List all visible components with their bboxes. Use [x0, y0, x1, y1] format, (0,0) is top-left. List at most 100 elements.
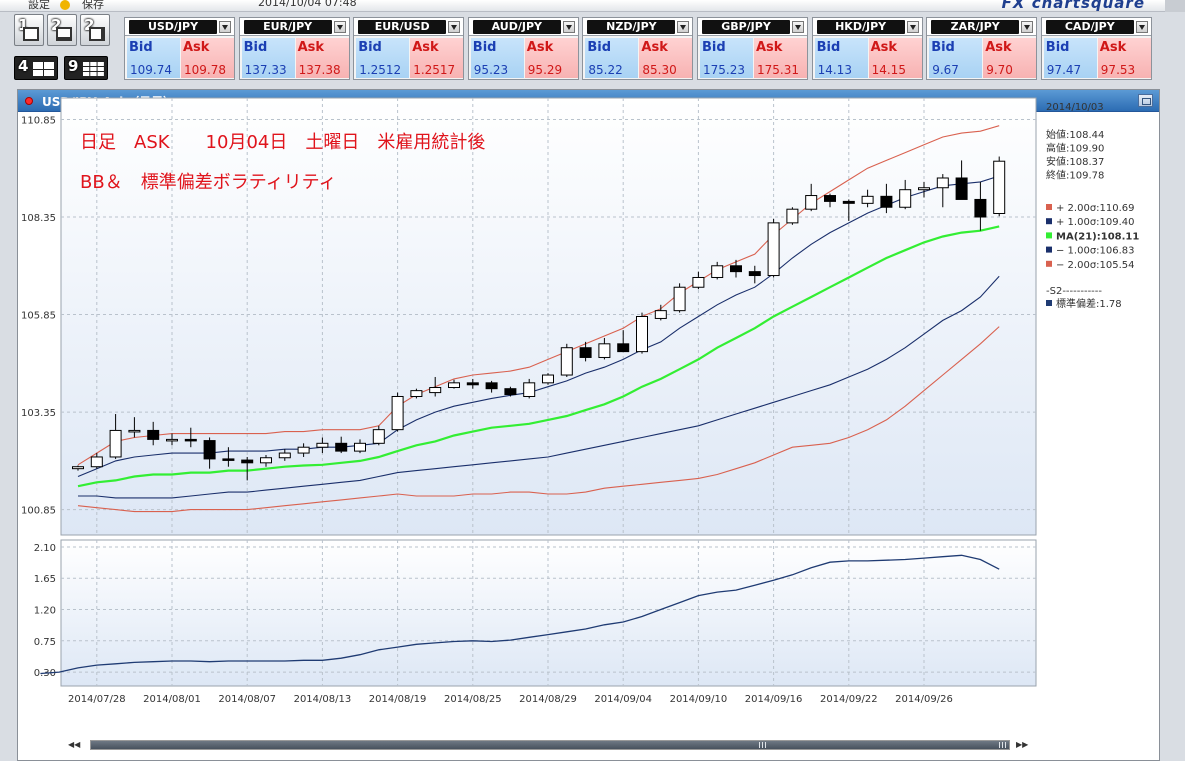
ask-button[interactable]: Ask 1.2517	[410, 38, 464, 78]
candle[interactable]	[466, 382, 479, 386]
rate-box-zarjpy[interactable]: ZAR/JPY Bid 9.67 Ask 9.70	[926, 17, 1038, 80]
save-menu[interactable]: 保存	[82, 0, 104, 12]
layout-2b-button[interactable]: 2	[80, 14, 110, 46]
layout-9-button[interactable]: 9	[64, 56, 108, 80]
pair-select[interactable]: NZD/JPY	[587, 20, 676, 34]
chevron-down-icon[interactable]	[1135, 21, 1148, 33]
bid-button[interactable]: Bid 9.67	[929, 38, 983, 78]
rate-box-eurjpy[interactable]: EUR/JPY Bid 137.33 Ask 137.38	[238, 17, 350, 80]
pair-select[interactable]: EUR/USD	[358, 20, 447, 34]
ask-button[interactable]: Ask 137.38	[295, 38, 349, 78]
chart-svg[interactable]: 110.85 108.35 105.85 103.35 100.85 2.10 1.65 1.…	[18, 90, 1159, 760]
pair-select[interactable]: ZAR/JPY	[931, 20, 1020, 34]
layout-2-button[interactable]: 2	[47, 14, 77, 46]
pair-select[interactable]: USD/JPY	[129, 20, 217, 34]
ask-button[interactable]: Ask 109.78	[181, 38, 234, 78]
candle[interactable]	[504, 388, 517, 396]
bid-button[interactable]: Bid 14.13	[814, 38, 868, 78]
ask-button[interactable]: Ask 175.31	[754, 38, 807, 78]
bid-button[interactable]: Bid 137.33	[241, 38, 295, 78]
ask-button[interactable]: Ask 85.30	[639, 38, 693, 78]
bid-button[interactable]: Bid 109.74	[127, 38, 180, 78]
candle[interactable]	[786, 208, 799, 224]
candle[interactable]	[711, 265, 724, 278]
candle[interactable]	[448, 382, 460, 389]
scroll-thumb[interactable]	[91, 741, 1009, 749]
scroll-left-icon[interactable]: ◀◀	[68, 740, 80, 750]
candle[interactable]	[523, 382, 536, 397]
candle[interactable]	[542, 374, 554, 384]
candle[interactable]	[109, 429, 122, 458]
chevron-down-icon[interactable]	[677, 21, 690, 33]
candle[interactable]	[222, 458, 235, 461]
pair-select[interactable]: GBP/JPY	[702, 20, 790, 34]
ask-button[interactable]: Ask 14.15	[868, 38, 922, 78]
candle[interactable]	[72, 466, 84, 470]
chevron-down-icon[interactable]	[333, 21, 346, 33]
candle[interactable]	[354, 442, 366, 452]
candle[interactable]	[918, 187, 930, 191]
candle[interactable]	[861, 195, 874, 204]
ask-button[interactable]: Ask 95.29	[524, 38, 578, 78]
candle[interactable]	[184, 438, 197, 442]
chevron-down-icon[interactable]	[792, 21, 804, 33]
rate-box-cadjpy[interactable]: CAD/JPY Bid 97.47 Ask 97.53	[1040, 17, 1152, 80]
candle[interactable]	[805, 195, 818, 210]
candle[interactable]	[730, 265, 742, 273]
candle[interactable]	[767, 222, 780, 277]
candle[interactable]	[297, 446, 310, 454]
candle[interactable]	[899, 189, 912, 208]
candle[interactable]	[429, 387, 442, 394]
candle[interactable]	[598, 343, 611, 358]
candle[interactable]	[842, 200, 855, 204]
candle[interactable]	[166, 438, 178, 442]
bid-button[interactable]: Bid 85.22	[585, 38, 639, 78]
candle[interactable]	[241, 459, 254, 464]
candle[interactable]	[128, 429, 141, 433]
rate-box-usdjpy[interactable]: USD/JPY Bid 109.74 Ask 109.78	[124, 17, 235, 80]
candle[interactable]	[335, 442, 348, 452]
layout-1-button[interactable]: 1	[14, 14, 44, 46]
candle[interactable]	[673, 286, 686, 312]
gear-icon[interactable]	[60, 0, 70, 10]
layout-4-button[interactable]: 4	[14, 56, 58, 80]
bid-button[interactable]: Bid 95.23	[470, 38, 524, 78]
candle[interactable]	[90, 456, 103, 468]
bid-button[interactable]: Bid 1.2512	[356, 38, 410, 78]
pair-select[interactable]: AUD/JPY	[472, 20, 561, 34]
candle[interactable]	[880, 195, 893, 208]
chart-scrollbar[interactable]	[90, 740, 1010, 750]
candle[interactable]	[955, 177, 968, 200]
scroll-right-icon[interactable]: ▶▶	[1016, 740, 1028, 750]
ask-button[interactable]: Ask 9.70	[983, 38, 1037, 78]
bid-button[interactable]: Bid 175.23	[700, 38, 753, 78]
chevron-down-icon[interactable]	[448, 21, 461, 33]
candle[interactable]	[617, 343, 630, 353]
pair-select[interactable]: CAD/JPY	[1045, 20, 1134, 34]
candle[interactable]	[485, 382, 498, 390]
candle[interactable]	[748, 271, 761, 277]
candle[interactable]	[260, 457, 272, 464]
chevron-down-icon[interactable]	[562, 21, 575, 33]
candle[interactable]	[391, 395, 404, 431]
candle[interactable]	[654, 310, 667, 319]
candle[interactable]	[147, 429, 160, 440]
candle[interactable]	[372, 429, 385, 444]
candle[interactable]	[316, 442, 329, 448]
candle[interactable]	[203, 440, 216, 460]
ask-button[interactable]: Ask 97.53	[1097, 38, 1151, 78]
candle[interactable]	[410, 390, 423, 397]
chevron-down-icon[interactable]	[1021, 21, 1034, 33]
chevron-down-icon[interactable]	[219, 21, 231, 33]
candle[interactable]	[993, 160, 1006, 214]
candle[interactable]	[560, 347, 573, 376]
candle[interactable]	[579, 347, 592, 358]
rate-box-hkdjpy[interactable]: HKD/JPY Bid 14.13 Ask 14.15	[811, 17, 923, 80]
chevron-down-icon[interactable]	[906, 21, 919, 33]
candle[interactable]	[974, 198, 987, 218]
candle[interactable]	[692, 276, 705, 288]
pair-select[interactable]: EUR/JPY	[243, 20, 332, 34]
rate-box-eurusd[interactable]: EUR/USD Bid 1.2512 Ask 1.2517	[353, 17, 465, 80]
pair-select[interactable]: HKD/JPY	[816, 20, 905, 34]
setting-menu[interactable]: 設定	[28, 0, 50, 12]
